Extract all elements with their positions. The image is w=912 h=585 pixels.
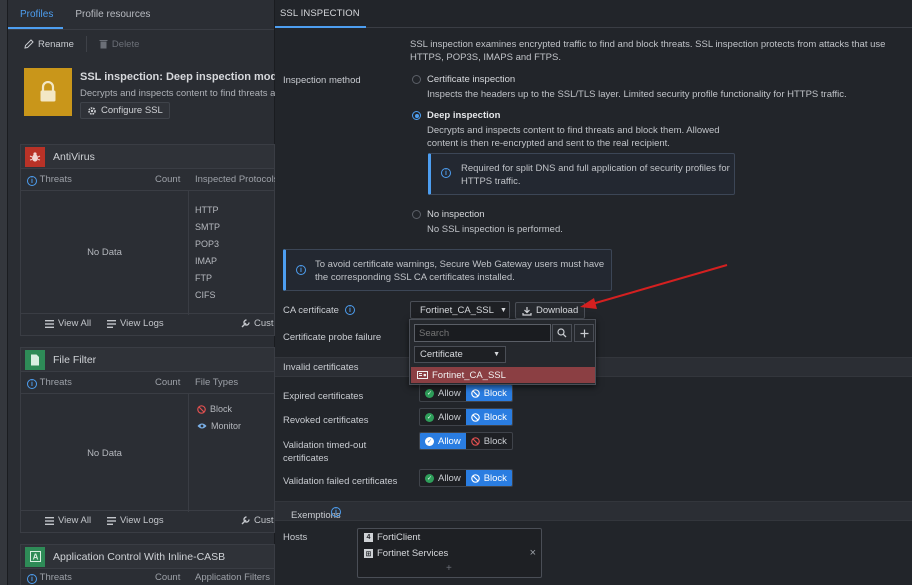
arrow-line bbox=[591, 264, 728, 305]
arrow-head bbox=[580, 298, 597, 309]
annotation-arrow bbox=[580, 264, 728, 309]
